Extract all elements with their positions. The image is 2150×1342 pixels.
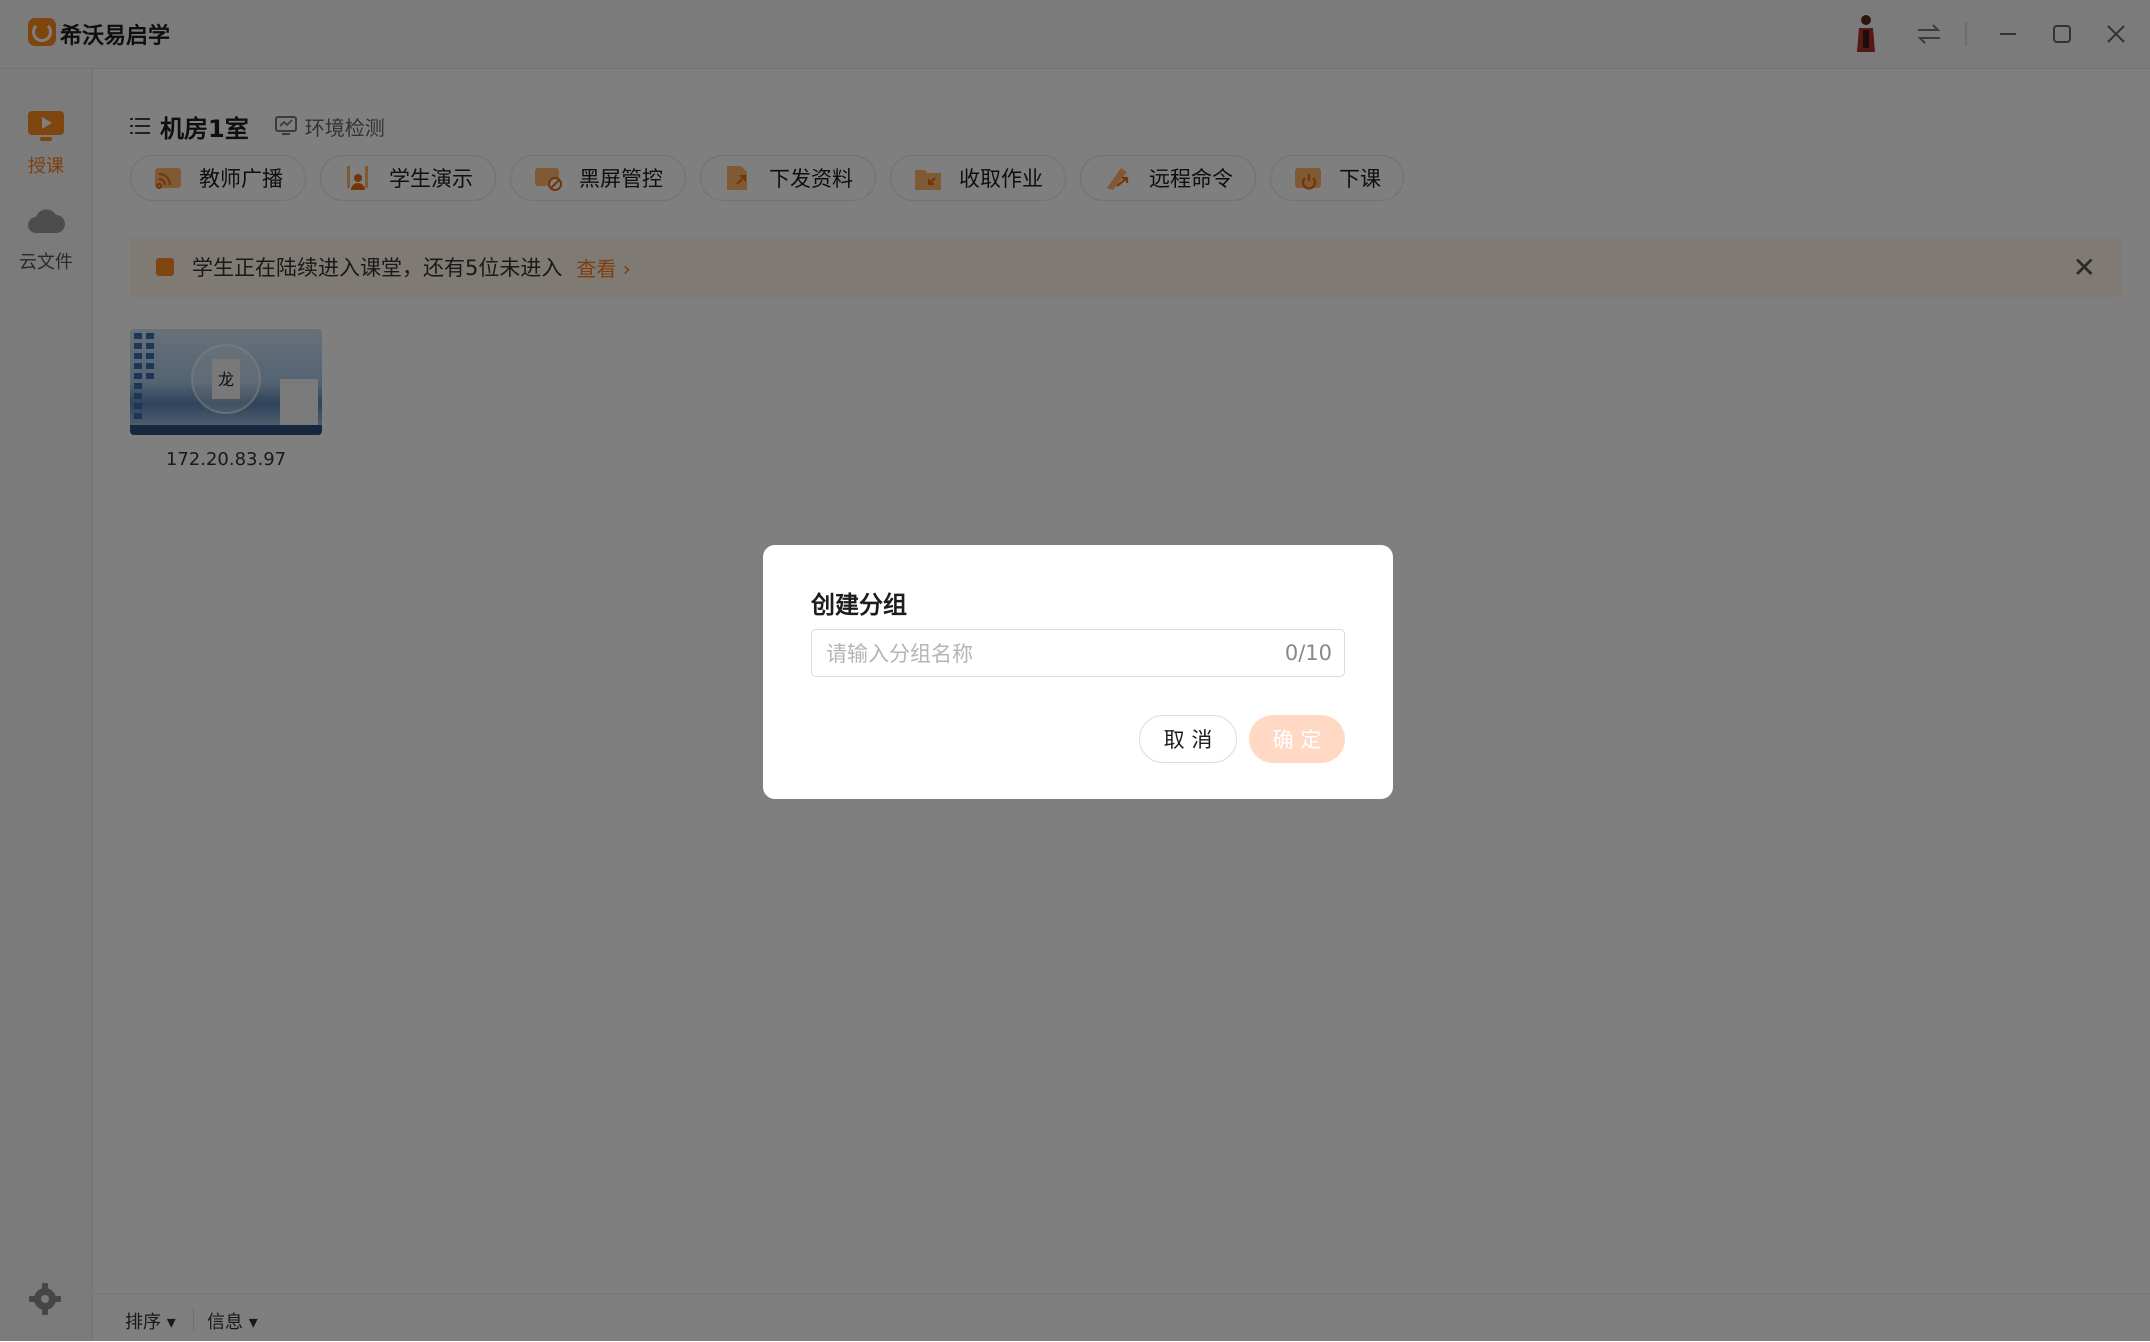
group-name-field: 0/10 xyxy=(811,629,1345,678)
char-counter: 0/10 xyxy=(1284,641,1332,665)
dialog-title: 创建分组 xyxy=(811,591,907,619)
group-name-input[interactable] xyxy=(824,630,1268,678)
create-group-dialog: 创建分组 0/10 取 消 确 定 xyxy=(763,545,1393,799)
cancel-button[interactable]: 取 消 xyxy=(1139,715,1237,763)
confirm-button[interactable]: 确 定 xyxy=(1249,715,1345,763)
